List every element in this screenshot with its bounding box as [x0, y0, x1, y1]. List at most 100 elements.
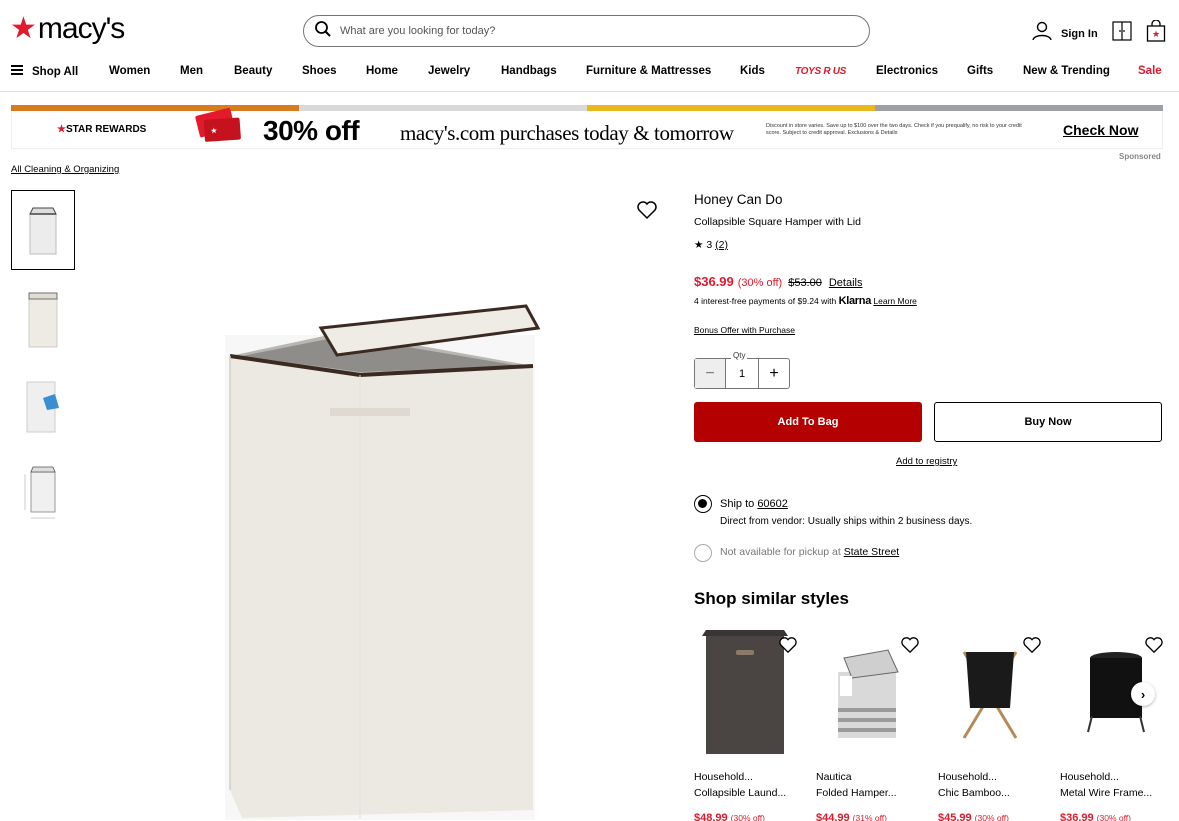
- buy-now-button[interactable]: Buy Now: [934, 402, 1162, 442]
- price-row: $36.99 (30% off) $53.00 Details: [694, 274, 862, 289]
- search-input[interactable]: [340, 25, 820, 37]
- breadcrumb[interactable]: All Cleaning & Organizing: [11, 164, 119, 175]
- similar-item-discount: (30% off): [974, 813, 1009, 821]
- banner-fine-print: Discount in store varies. Save up to $10…: [766, 123, 1022, 136]
- qty-decrease-button[interactable]: −: [695, 359, 726, 388]
- heart-icon[interactable]: [1022, 636, 1042, 659]
- macys-logo[interactable]: ★ macy's: [10, 12, 125, 45]
- product-name: Collapsible Square Hamper with Lid: [694, 216, 861, 228]
- product-main-image[interactable]: [200, 290, 580, 820]
- similar-item-name: Collapsible Laund...: [694, 787, 787, 799]
- rating[interactable]: ★ 3 (2): [694, 239, 728, 251]
- banner-subline: macy's.com purchases today & tomorrow: [400, 121, 734, 145]
- check-now-link[interactable]: Check Now: [1063, 122, 1138, 138]
- similar-item-brand: Household...: [1060, 771, 1119, 783]
- similar-item-price-value: $45.99: [938, 812, 972, 821]
- similar-item-name: Metal Wire Frame...: [1060, 787, 1153, 799]
- similar-item-image[interactable]: [938, 628, 1048, 758]
- nav-shoes[interactable]: Shoes: [302, 65, 337, 77]
- shop-all-label: Shop All: [32, 65, 79, 78]
- thumbnail-4[interactable]: [11, 454, 75, 534]
- shop-all-menu[interactable]: Shop All: [11, 65, 78, 78]
- similar-item-brand: Household...: [694, 771, 753, 783]
- search-bar[interactable]: [303, 15, 870, 47]
- nav-toys-r-us-logo[interactable]: TOYS R US: [795, 66, 846, 77]
- user-icon[interactable]: [1031, 20, 1053, 47]
- ship-to-label: Ship to: [720, 498, 755, 510]
- nav-furniture[interactable]: Furniture & Mattresses: [586, 65, 711, 77]
- nav-jewelry[interactable]: Jewelry: [428, 65, 470, 77]
- similar-item-discount: (31% off): [852, 813, 887, 821]
- qty-increase-button[interactable]: +: [758, 359, 789, 388]
- add-to-bag-button[interactable]: Add To Bag: [694, 402, 922, 442]
- similar-item-price: $45.99 (30% off): [938, 812, 1009, 821]
- similar-item-3[interactable]: Household... Chic Bamboo... $45.99 (30% o…: [938, 628, 1048, 821]
- heart-icon[interactable]: [778, 636, 798, 659]
- rating-value: 3: [706, 239, 713, 251]
- promo-banner[interactable]: ★STAR REWARDS ★ ★ 30% off macy's.com pur…: [11, 107, 1163, 149]
- store-link[interactable]: State Street: [844, 546, 899, 558]
- svg-text:★: ★: [210, 126, 218, 135]
- review-count[interactable]: (2): [715, 239, 728, 251]
- carousel-next-button[interactable]: ›: [1131, 682, 1155, 706]
- credit-cards-image: ★ ★: [190, 105, 246, 147]
- similar-item-brand: Household...: [938, 771, 997, 783]
- qty-label: Qty: [731, 351, 748, 360]
- nav-new-trending[interactable]: New & Trending: [1023, 65, 1110, 77]
- nav-electronics[interactable]: Electronics: [876, 65, 938, 77]
- similar-item-image[interactable]: [816, 628, 926, 758]
- learn-more-link[interactable]: Learn More: [873, 296, 916, 306]
- nav-men[interactable]: Men: [180, 65, 203, 77]
- thumbnail-2[interactable]: [11, 278, 75, 358]
- product-brand[interactable]: Honey Can Do: [694, 192, 783, 207]
- nav-beauty[interactable]: Beauty: [234, 65, 272, 77]
- qty-value[interactable]: 1: [726, 359, 758, 388]
- nav-home[interactable]: Home: [366, 65, 398, 77]
- sponsored-label: Sponsored: [1119, 152, 1161, 161]
- price-details-link[interactable]: Details: [829, 277, 863, 289]
- bonus-offer-link[interactable]: Bonus Offer with Purchase: [694, 325, 795, 335]
- star-rewards-label: ★STAR REWARDS: [57, 124, 146, 135]
- similar-styles-heading: Shop similar styles: [694, 589, 849, 608]
- chevron-right-icon: ›: [1140, 686, 1146, 702]
- similar-item-price-value: $44.99: [816, 812, 850, 821]
- similar-item-price: $48.99 (30% off): [694, 812, 765, 821]
- zip-code-link[interactable]: 60602: [757, 498, 788, 510]
- nav-kids[interactable]: Kids: [740, 65, 765, 77]
- discount-percent: (30% off): [737, 277, 783, 289]
- similar-item-1[interactable]: Household... Collapsible Laund... $48.99…: [694, 628, 804, 821]
- nav-handbags[interactable]: Handbags: [501, 65, 557, 77]
- ship-radio[interactable]: [694, 495, 712, 513]
- nav-women[interactable]: Women: [109, 65, 150, 77]
- heart-icon[interactable]: [636, 200, 658, 225]
- similar-item-2[interactable]: Nautica Folded Hamper... $44.99 (31% off): [816, 628, 926, 821]
- thumbnail-1[interactable]: [11, 190, 75, 270]
- thumbnail-3[interactable]: [11, 366, 75, 446]
- registry-icon[interactable]: [1112, 21, 1132, 46]
- ship-to: Ship to 60602: [720, 498, 788, 510]
- hamburger-icon: [11, 65, 23, 78]
- similar-item-price-value: $36.99: [1060, 812, 1094, 821]
- add-to-registry-link[interactable]: Add to registry: [896, 456, 957, 467]
- heart-icon[interactable]: [1144, 636, 1164, 659]
- similar-item-price: $36.99 (30% off): [1060, 812, 1131, 821]
- logo-text: macy's: [37, 12, 125, 45]
- sale-price: $36.99: [694, 274, 734, 289]
- bag-icon[interactable]: ★: [1146, 19, 1166, 47]
- svg-text:★: ★: [1152, 30, 1160, 40]
- search-icon[interactable]: [314, 20, 332, 43]
- banner-headline: 30% off: [263, 115, 360, 146]
- pickup-info: Not available for pickup at State Street: [720, 546, 899, 558]
- original-price: $53.00: [788, 277, 822, 289]
- nav-gifts[interactable]: Gifts: [967, 65, 993, 77]
- sign-in-link[interactable]: Sign In: [1061, 28, 1098, 40]
- header-actions: Sign In ★: [1031, 19, 1166, 47]
- rating-star-icon: ★: [694, 239, 704, 251]
- pickup-text: Not available for pickup at: [720, 546, 841, 558]
- pickup-radio[interactable]: [694, 544, 712, 562]
- similar-item-discount: (30% off): [1096, 813, 1131, 821]
- similar-item-name: Chic Bamboo...: [938, 787, 1010, 799]
- nav-sale[interactable]: Sale: [1138, 65, 1162, 77]
- heart-icon[interactable]: [900, 636, 920, 659]
- similar-item-image[interactable]: [694, 628, 804, 758]
